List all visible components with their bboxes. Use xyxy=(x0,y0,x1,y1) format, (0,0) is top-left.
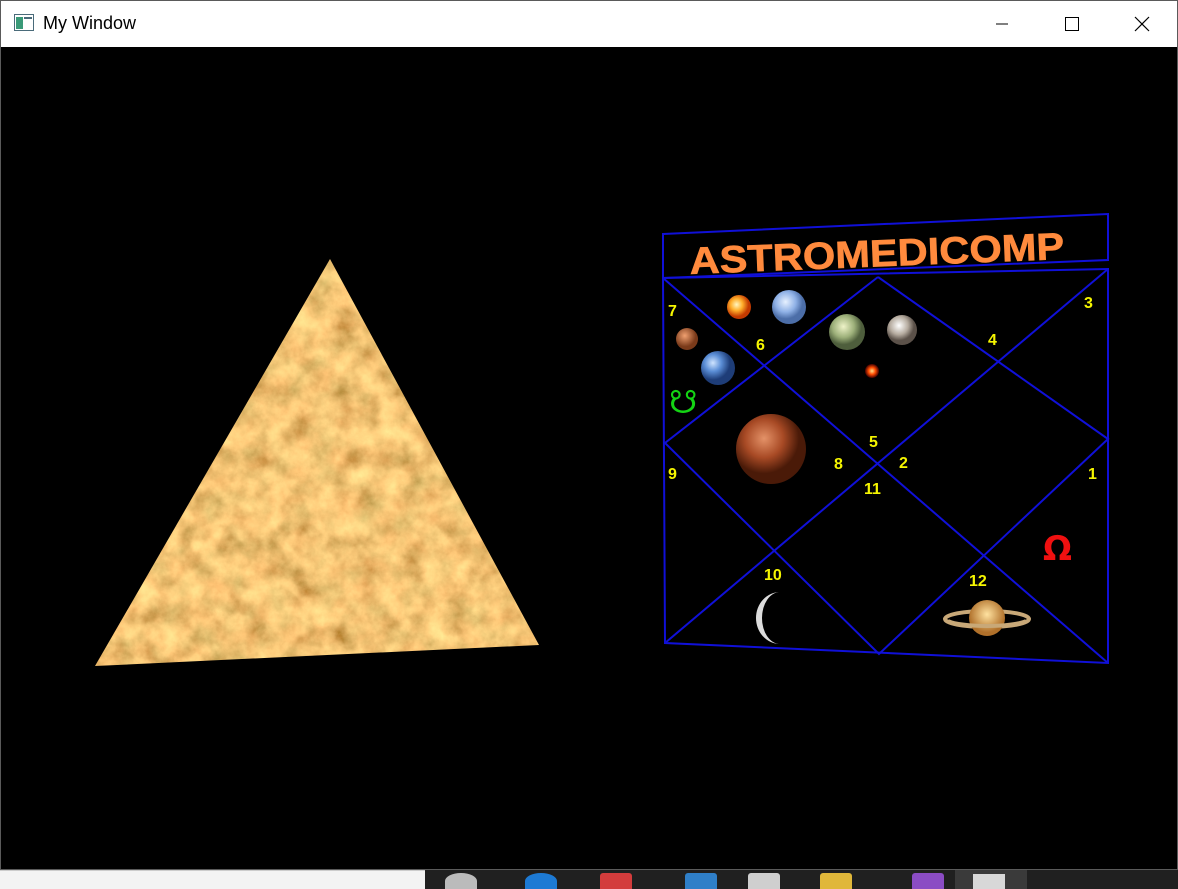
omega-symbol: Ω xyxy=(1043,529,1072,569)
chart-diamond xyxy=(663,276,1110,656)
house-number: 12 xyxy=(969,573,987,590)
south-node-symbol: ☋ xyxy=(669,383,697,421)
house-number: 7 xyxy=(668,303,677,320)
rock-moon-planet xyxy=(887,315,917,345)
active-window-button[interactable] xyxy=(955,870,1027,889)
vs-icon[interactable] xyxy=(912,873,944,889)
edge-icon[interactable] xyxy=(525,873,557,889)
render-viewport[interactable]: ASTROMEDICOMP 7 6 3 4 5 8 2 9 11 1 10 12… xyxy=(2,47,1177,869)
chart-frame xyxy=(661,267,1109,665)
house-number: 6 xyxy=(756,337,765,354)
textured-pyramid xyxy=(95,259,539,666)
maximize-icon xyxy=(1065,17,1079,31)
minimize-button[interactable] xyxy=(967,1,1037,47)
saturn-planet xyxy=(943,600,1031,636)
maximize-button[interactable] xyxy=(1037,1,1107,47)
azure-icon[interactable] xyxy=(685,873,717,889)
window-icon[interactable] xyxy=(748,873,780,889)
house-number: 9 xyxy=(668,466,677,483)
house-number: 11 xyxy=(864,481,881,498)
close-icon xyxy=(1134,16,1150,32)
house-number: 5 xyxy=(869,434,878,451)
folder-icon[interactable] xyxy=(820,873,852,889)
house-number: 2 xyxy=(899,455,908,472)
app-red-icon[interactable] xyxy=(600,873,632,889)
red-star xyxy=(865,364,879,378)
mars-planet xyxy=(736,414,806,484)
house-number: 8 xyxy=(834,456,843,473)
close-button[interactable] xyxy=(1107,1,1177,47)
app-window-icon xyxy=(14,14,34,31)
sun-planet xyxy=(727,295,751,319)
opengl-scene: ASTROMEDICOMP 7 6 3 4 5 8 2 9 11 1 10 12… xyxy=(95,212,1110,666)
taskbar xyxy=(0,870,1178,889)
window-title: My Window xyxy=(43,13,137,33)
minimize-icon xyxy=(996,23,1008,25)
app-window: My Window ASTROMEDICOMP 7 6 3 4 5 8 2 9 … xyxy=(0,0,1178,870)
crescent-moon xyxy=(756,592,780,644)
house-number: 4 xyxy=(988,332,997,349)
active-window-icon xyxy=(973,874,1005,889)
chart-heading: ASTROMEDICOMP xyxy=(689,226,1065,283)
taskbar-search-box[interactable] xyxy=(0,870,425,889)
neptune-planet xyxy=(772,290,806,324)
search-icon[interactable] xyxy=(445,873,477,889)
title-bar[interactable]: My Window xyxy=(1,1,1177,47)
house-number: 3 xyxy=(1084,295,1093,312)
house-number: 1 xyxy=(1088,466,1097,483)
chart-diagonal xyxy=(662,277,1109,664)
earth-planet xyxy=(701,351,735,385)
house-number: 10 xyxy=(764,567,782,584)
chart-diagonal xyxy=(664,268,1109,644)
small-mars-planet xyxy=(676,328,698,350)
jupiter-planet xyxy=(829,314,865,350)
